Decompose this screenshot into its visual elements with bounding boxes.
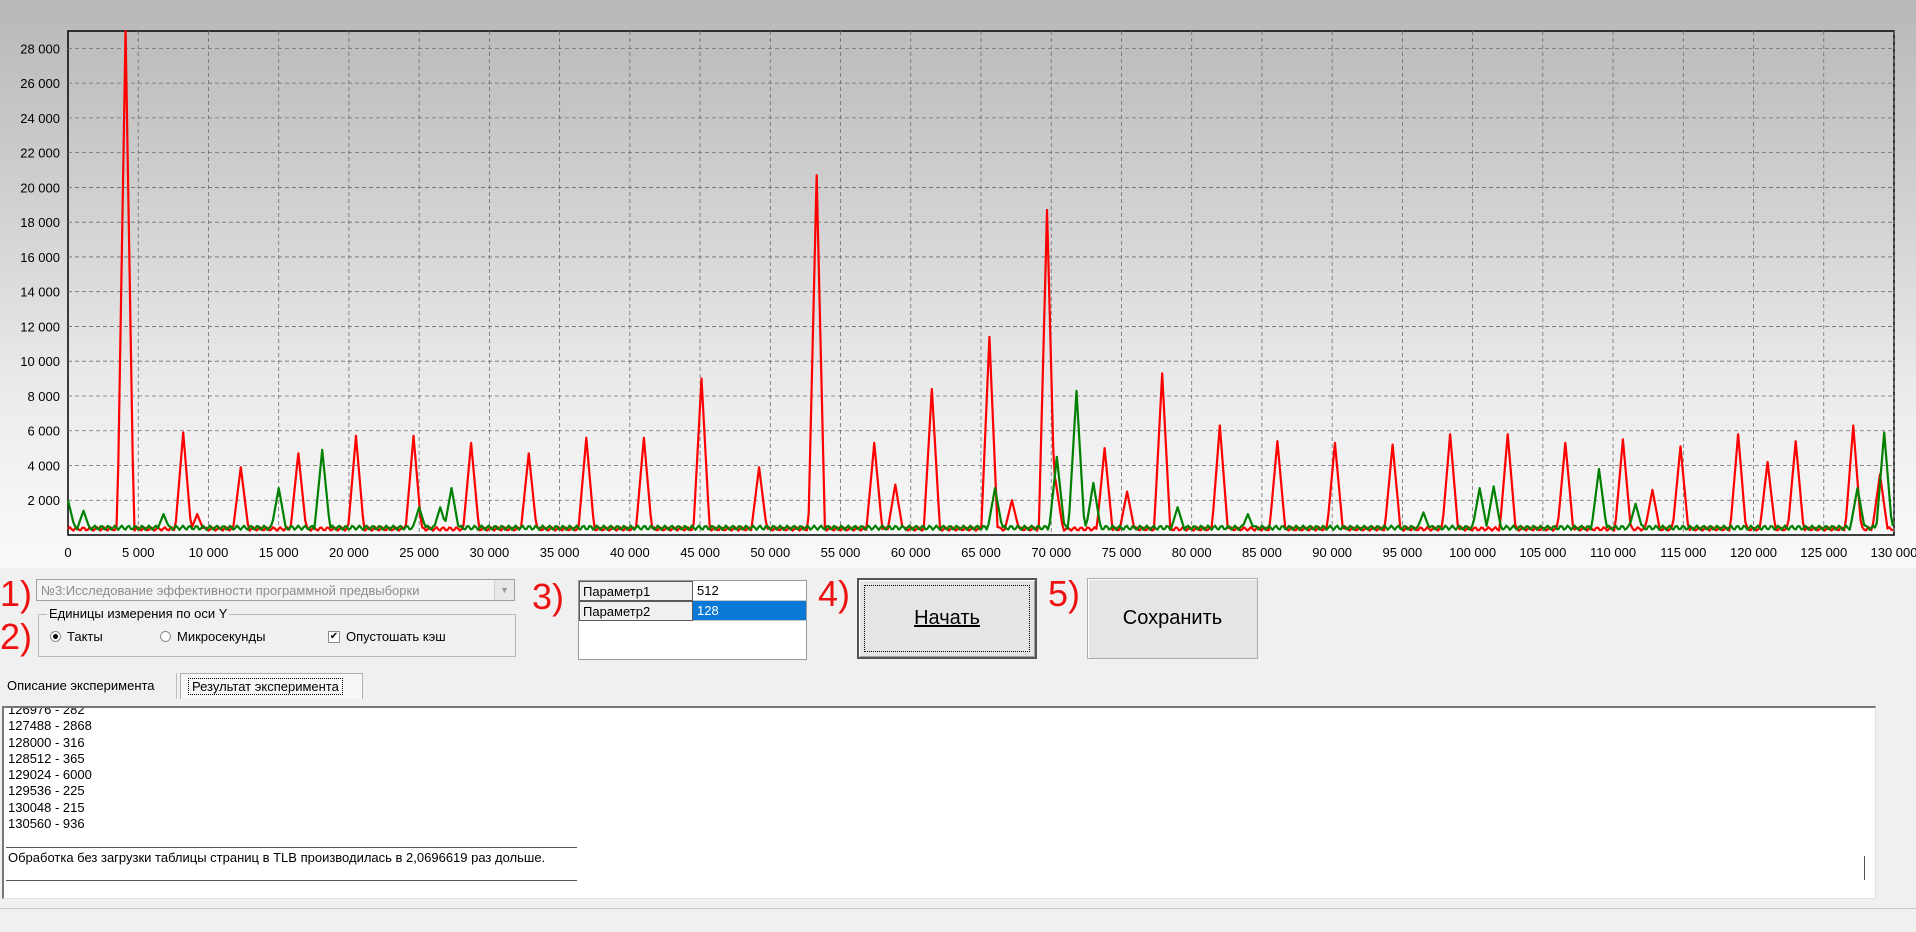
param-value-input[interactable]: 512 [693,581,806,601]
y-tick-label: 12 000 [20,319,60,334]
x-tick-label: 0 [64,545,71,560]
x-tick-label: 50 000 [750,545,790,560]
y-tick-label: 2 000 [27,493,60,508]
params-grid: Параметр1 512 Параметр2 128 [578,580,807,660]
x-tick-label: 85 000 [1242,545,1282,560]
x-tick-label: 130 000 [1871,545,1916,560]
chevron-down-icon[interactable]: ▼ [494,580,514,600]
result-line: 128512 - 365 [8,750,85,766]
tab-result-label: Результат эксперимента [188,678,343,695]
experiment-select-value: №3:Исследование эффективности программно… [41,583,420,598]
x-tick-label: 40 000 [610,545,650,560]
x-tick-label: 75 000 [1102,545,1142,560]
series-line-0 [67,29,1894,532]
param-value-input[interactable]: 128 [693,601,806,621]
result-line: 129024 - 6000 [8,767,92,783]
x-tick-label: 105 000 [1519,545,1566,560]
y-units-group: Единицы измерения по оси Y Такты Микросе… [38,606,516,657]
flush-cache-label: Опустошать кэш [346,629,446,644]
x-tick-label: 120 000 [1730,545,1777,560]
scrollbar[interactable] [1864,856,1865,880]
param-row: Параметр2 128 [579,601,806,621]
x-tick-label: 70 000 [1031,545,1071,560]
radio-microseconds[interactable]: Микросекунды [160,629,265,644]
y-tick-label: 20 000 [20,180,60,195]
y-tick-label: 16 000 [20,250,60,265]
status-bar [0,908,1916,909]
y-tick-label: 28 000 [20,41,60,56]
result-line: 130048 - 215 [8,799,85,815]
x-tick-label: 115 000 [1660,545,1706,560]
start-button[interactable]: Начать [857,578,1037,659]
series-line-1 [66,389,1894,531]
step-marker-5: 5) [1048,573,1081,614]
x-tick-label: 45 000 [680,545,720,560]
x-tick-label: 100 000 [1449,545,1496,560]
param-name: Параметр2 [579,601,693,621]
x-tick-label: 25 000 [399,545,439,560]
x-tick-label: 65 000 [961,545,1001,560]
step-marker-2: 2) [0,616,33,657]
x-tick-label: 15 000 [259,545,299,560]
result-line: 127488 - 2868 [8,718,92,734]
x-tick-label: 20 000 [329,545,369,560]
result-lines: 126976 - 282 127488 - 2868 128000 - 316 128… [8,706,92,832]
tab-bar: Описание эксперимента Результат эксперим… [0,671,1916,702]
y-tick-label: 22 000 [20,146,60,161]
y-tick-label: 24 000 [20,111,60,126]
experiment-select[interactable]: №3:Исследование эффективности программно… [36,579,515,601]
y-tick-label: 10 000 [20,354,60,369]
radio-microseconds-label: Микросекунды [177,629,266,644]
x-tick-label: 110 000 [1590,545,1636,560]
result-line: 130560 - 936 [8,816,85,832]
step-marker-4: 4) [818,573,851,614]
x-tick-label: 125 000 [1800,545,1847,560]
x-tick-label: 80 000 [1172,545,1212,560]
y-tick-label: 6 000 [27,424,60,439]
y-tick-label: 14 000 [20,285,60,300]
tab-description[interactable]: Описание эксперимента [0,673,177,699]
result-separator [6,880,577,881]
x-tick-label: 5 000 [122,545,155,560]
checkmark-icon[interactable]: ✔ [328,630,340,643]
line-chart: 0 5 000 10 000 15 000 20 000 25 000 30 000 35 0… [20,29,1916,560]
result-line: 129536 - 225 [8,783,85,799]
y-tick-label: 26 000 [20,76,60,91]
step-marker-3: 3) [532,576,565,617]
result-summary: Обработка без загрузки таблицы страниц в… [8,850,546,865]
y-tick-label: 8 000 [27,389,60,404]
app-window: 0 5 000 10 000 15 000 20 000 25 000 30 000 35 0… [0,0,1916,932]
x-tick-label: 35 000 [540,545,580,560]
radio-microseconds-indicator[interactable] [160,631,171,642]
radio-ticks-label: Такты [67,629,103,644]
result-line: 126976 - 282 [8,706,85,717]
radio-ticks[interactable]: Такты [50,629,103,644]
x-tick-label: 10 000 [189,545,229,560]
param-name: Параметр1 [579,581,693,601]
save-button[interactable]: Сохранить [1087,578,1258,659]
x-tick-label: 30 000 [470,545,510,560]
chart-panel: 0 5 000 10 000 15 000 20 000 25 000 30 000 35 0… [0,0,1916,568]
x-tick-label: 95 000 [1383,545,1423,560]
result-text-area[interactable]: 126976 - 282 127488 - 2868 128000 - 316 128… [2,706,1876,899]
result-line: 128000 - 316 [8,734,85,750]
flush-cache-checkbox[interactable]: ✔ Опустошать кэш [328,629,446,644]
x-tick-label: 55 000 [821,545,861,560]
tab-result[interactable]: Результат эксперимента [180,673,363,699]
y-units-legend: Единицы измерения по оси Y [47,606,230,621]
y-tick-label: 18 000 [20,215,60,230]
result-separator [6,847,577,848]
step-marker-1: 1) [0,573,33,614]
radio-ticks-indicator[interactable] [50,631,61,642]
x-tick-label: 60 000 [891,545,931,560]
x-tick-label: 90 000 [1312,545,1352,560]
y-tick-label: 4 000 [27,458,60,473]
param-row: Параметр1 512 [579,581,806,601]
